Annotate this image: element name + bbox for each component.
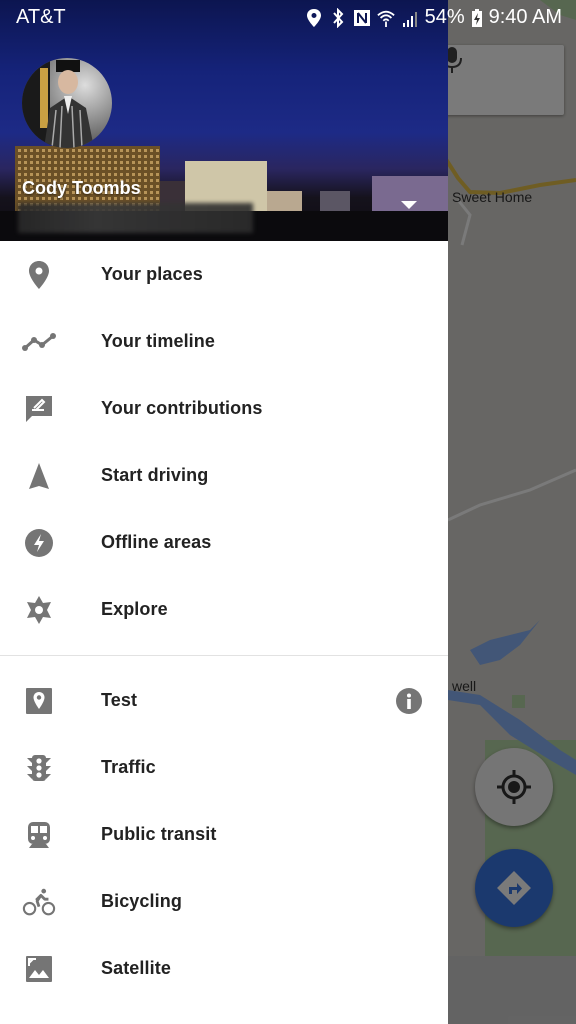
menu-item-label: Public transit bbox=[101, 824, 217, 844]
nfc-icon bbox=[353, 9, 370, 26]
account-header[interactable]: Cody Toombs bbox=[0, 0, 448, 241]
location-icon bbox=[306, 8, 321, 27]
clock: 9:40 AM bbox=[488, 6, 562, 28]
contributions-icon bbox=[26, 395, 52, 422]
menu-item-bicycling[interactable]: Bicycling bbox=[0, 868, 448, 935]
menu-item-label: Test bbox=[101, 690, 138, 710]
menu-item-your-places[interactable]: Your places bbox=[0, 241, 448, 308]
place-pin-icon bbox=[29, 260, 49, 289]
menu-item-your-contributions[interactable]: Your contributions bbox=[0, 375, 448, 442]
menu-item-offline-areas[interactable]: Offline areas bbox=[0, 509, 448, 576]
status-bar: AT&T 54% 9:40 AM bbox=[0, 0, 576, 35]
menu-item-label: Bicycling bbox=[101, 891, 182, 911]
battery-percent: 54% bbox=[424, 6, 465, 28]
menu-item-label: Traffic bbox=[101, 757, 156, 777]
account-switcher-arrow-icon[interactable] bbox=[398, 198, 420, 212]
avatar-photo bbox=[22, 58, 94, 148]
menu-item-test[interactable]: Test bbox=[0, 667, 448, 734]
signal-icon bbox=[402, 11, 417, 27]
offline-bolt-icon bbox=[25, 528, 53, 557]
transit-icon bbox=[28, 821, 50, 848]
navigation-arrow-icon bbox=[29, 462, 49, 489]
bluetooth-icon bbox=[332, 7, 343, 28]
menu-item-your-timeline[interactable]: Your timeline bbox=[0, 308, 448, 375]
navigation-drawer: Cody Toombs Your places Your timeline Yo… bbox=[0, 0, 448, 1024]
menu-item-label: Satellite bbox=[101, 958, 171, 978]
account-name: Cody Toombs bbox=[22, 178, 141, 198]
carrier-label: AT&T bbox=[16, 6, 66, 28]
menu-divider bbox=[0, 655, 448, 656]
menu-item-explore[interactable]: Explore bbox=[0, 576, 448, 643]
bicycle-icon bbox=[22, 888, 56, 915]
traffic-light-icon bbox=[27, 754, 51, 781]
menu-item-label: Offline areas bbox=[101, 532, 212, 552]
menu-item-label: Your contributions bbox=[101, 398, 263, 418]
menu-item-satellite[interactable]: Satellite bbox=[0, 935, 448, 1002]
menu-item-label: Your timeline bbox=[101, 331, 215, 351]
wifi-icon bbox=[376, 10, 395, 27]
info-icon[interactable] bbox=[396, 687, 422, 714]
menu-item-label: Start driving bbox=[101, 465, 209, 485]
menu-item-start-driving[interactable]: Start driving bbox=[0, 442, 448, 509]
battery-charging-icon bbox=[471, 8, 482, 27]
drawer-menu: Your places Your timeline Your contribut… bbox=[0, 241, 448, 1002]
account-email-redacted bbox=[18, 203, 253, 233]
satellite-icon bbox=[26, 955, 52, 982]
menu-item-public-transit[interactable]: Public transit bbox=[0, 801, 448, 868]
custom-map-icon bbox=[26, 687, 52, 714]
menu-item-traffic[interactable]: Traffic bbox=[0, 734, 448, 801]
explore-icon bbox=[27, 595, 51, 624]
menu-item-label: Your places bbox=[101, 264, 203, 284]
avatar[interactable] bbox=[22, 58, 112, 148]
menu-item-label: Explore bbox=[101, 599, 168, 619]
timeline-icon bbox=[22, 332, 56, 351]
